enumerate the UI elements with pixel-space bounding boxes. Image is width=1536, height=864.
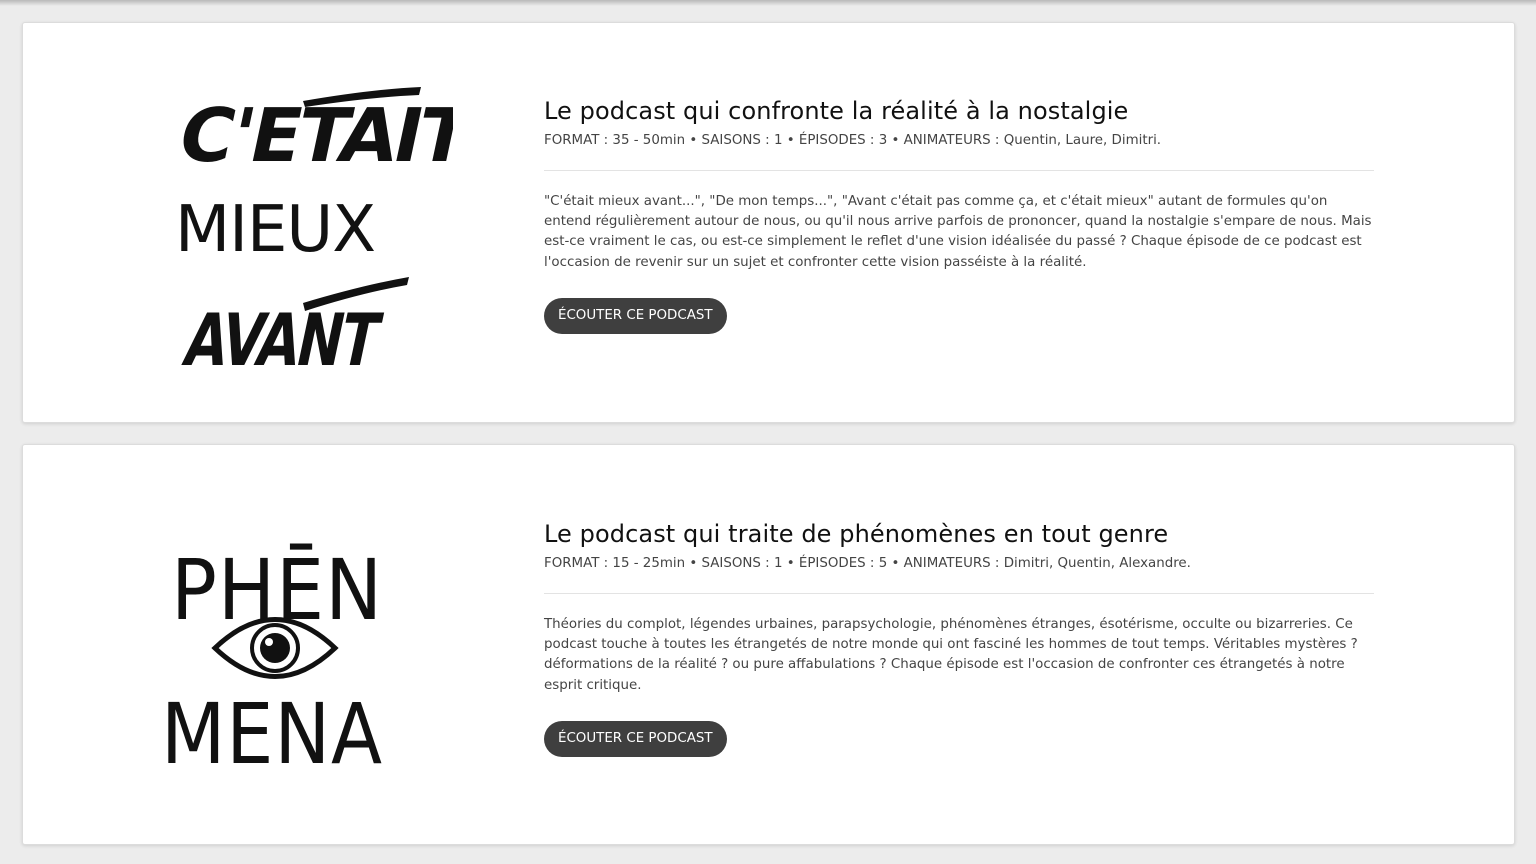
podcast-description: "C'était mieux avant...", "De mon temps.… (544, 194, 1372, 270)
podcast-content: Le podcast qui traite de phénomènes en t… (544, 516, 1376, 757)
podcast-title: Le podcast qui confronte la réalité à la… (544, 97, 1129, 125)
logo-text-mena: MENA (161, 685, 383, 783)
podcast-description: Théories du complot, légendes urbaines, … (544, 617, 1358, 693)
podcast-logo-cetait-mieux-avant: C'ETAIT MIEUX AVANT (153, 83, 479, 383)
podcast-meta: FORMAT : 35 - 50min • SAISONS : 1 • ÉPIS… (544, 133, 1162, 148)
podcast-meta: FORMAT : 15 - 25min • SAISONS : 1 • ÉPIS… (544, 556, 1191, 571)
podcast-title: Le podcast qui traite de phénomènes en t… (544, 520, 1169, 548)
divider (544, 170, 1374, 171)
divider (544, 593, 1374, 594)
podcast-logo-phenomena: PHĒN MENA (153, 505, 453, 795)
listen-podcast-button[interactable]: ÉCOUTER CE PODCAST (544, 720, 727, 757)
logo-line-3: AVANT (177, 299, 387, 383)
podcast-card-phenomena: PHĒN MENA Le podcast qui traite de phéno… (22, 444, 1515, 845)
logo-text-mieux: MIEUX (175, 193, 375, 267)
top-shadow (0, 0, 1536, 6)
listen-podcast-button[interactable]: ÉCOUTER CE PODCAST (544, 297, 727, 334)
logo-text-avant: AVANT (177, 299, 387, 373)
podcast-content: Le podcast qui confronte la réalité à la… (544, 93, 1376, 334)
podcast-card-cetait-mieux-avant: C'ETAIT MIEUX AVANT Le podcast qui confr… (22, 22, 1515, 423)
